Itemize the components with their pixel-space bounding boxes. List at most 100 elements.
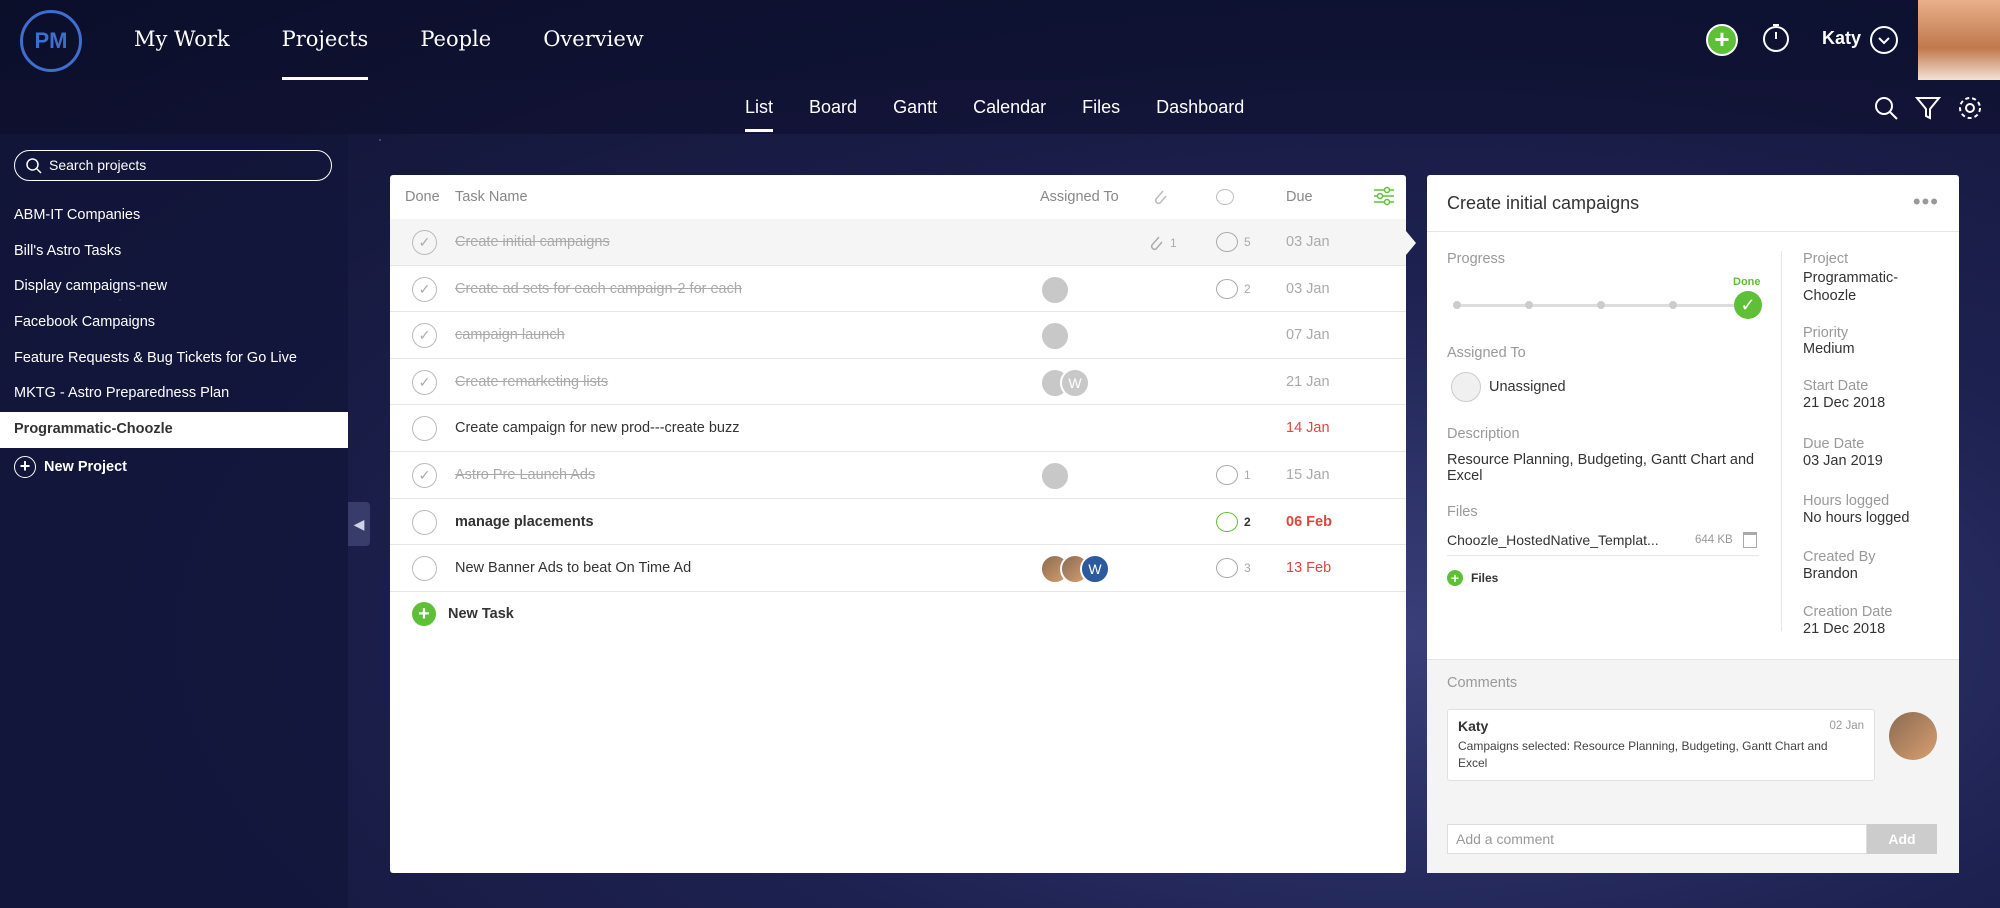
table-row[interactable]: ✓ campaign launch 07 Jan — [390, 312, 1406, 359]
column-settings-icon[interactable] — [1372, 185, 1396, 207]
nav-my-work[interactable]: My Work — [134, 0, 230, 80]
done-checkbox[interactable]: ✓ — [412, 230, 437, 255]
comment-count[interactable]: 2 — [1216, 278, 1251, 299]
search-input[interactable] — [49, 154, 319, 176]
tab-board[interactable]: Board — [809, 80, 857, 134]
due-date[interactable]: 21 Jan — [1286, 374, 1330, 390]
meta-value[interactable]: 21 Dec 2018 — [1803, 395, 1885, 411]
meta-value[interactable]: Medium — [1803, 341, 1855, 357]
assignees[interactable]: W — [1040, 554, 1110, 585]
task-name[interactable]: Astro Pre Launch Ads — [455, 467, 595, 483]
assignees[interactable] — [1040, 460, 1070, 491]
done-checkbox[interactable] — [412, 556, 437, 582]
due-date[interactable]: 03 Jan — [1286, 281, 1330, 297]
comment-input[interactable] — [1447, 824, 1867, 854]
done-checkbox[interactable]: ✓ — [412, 369, 437, 395]
comment-count[interactable]: 2 — [1216, 511, 1251, 532]
done-checkbox[interactable]: ✓ — [412, 323, 437, 349]
new-project-button[interactable]: + New Project — [14, 456, 127, 478]
table-row[interactable]: manage placements 2 06 Feb — [390, 499, 1406, 546]
detail-title[interactable]: Create initial campaigns — [1447, 193, 1639, 214]
task-name[interactable]: manage placements — [455, 514, 594, 530]
progress-slider[interactable] — [1453, 301, 1755, 309]
table-row[interactable]: Create campaign for new prod---create bu… — [390, 405, 1406, 452]
project-item[interactable]: ABM-IT Companies — [0, 198, 348, 234]
meta-value[interactable]: No hours logged — [1803, 510, 1909, 526]
done-check-icon[interactable]: ✓ — [1734, 291, 1762, 319]
user-name[interactable]: Katy — [1822, 28, 1861, 49]
progress-step[interactable] — [1525, 301, 1533, 309]
due-date[interactable]: 14 Jan — [1286, 420, 1330, 436]
task-name[interactable]: New Banner Ads to beat On Time Ad — [455, 560, 691, 576]
assigned-to-value[interactable]: Unassigned — [1489, 379, 1566, 395]
task-name[interactable]: Create remarketing lists — [455, 374, 608, 390]
project-item[interactable]: Facebook Campaigns — [0, 305, 348, 341]
task-name[interactable]: Create initial campaigns — [455, 234, 610, 250]
avatar[interactable] — [1451, 372, 1481, 402]
attachment-count[interactable]: 1 — [1148, 233, 1177, 253]
progress-step[interactable] — [1597, 301, 1605, 309]
tab-calendar[interactable]: Calendar — [973, 80, 1046, 134]
add-file-button[interactable]: + Files — [1447, 570, 1498, 586]
due-date[interactable]: 06 Feb — [1286, 514, 1332, 530]
collapse-sidebar-icon[interactable]: ◀ — [348, 502, 370, 546]
assignees[interactable] — [1040, 321, 1070, 352]
file-item[interactable]: Choozle_HostedNative_Templat... 644 KB — [1447, 532, 1759, 556]
meta-value[interactable]: Programmatic-Choozle — [1803, 269, 1943, 305]
add-icon[interactable]: + — [1706, 24, 1738, 56]
due-date[interactable]: 13 Feb — [1286, 560, 1331, 576]
table-row[interactable]: ✓ Create ad sets for each campaign-2 for… — [390, 266, 1406, 313]
due-date[interactable]: 07 Jan — [1286, 327, 1330, 343]
project-item[interactable]: Feature Requests & Bug Tickets for Go Li… — [0, 341, 348, 377]
comment-count[interactable]: 1 — [1216, 464, 1251, 485]
gear-icon[interactable] — [1956, 94, 1984, 122]
header-due[interactable]: Due — [1286, 189, 1313, 205]
assignees[interactable] — [1040, 274, 1070, 305]
add-comment-button[interactable]: Add — [1867, 824, 1937, 854]
progress-step[interactable] — [1453, 301, 1461, 309]
comment-count[interactable]: 5 — [1216, 232, 1251, 252]
tab-list[interactable]: List — [745, 80, 774, 134]
done-checkbox[interactable] — [412, 509, 437, 535]
due-date[interactable]: 15 Jan — [1286, 467, 1330, 483]
meta-value[interactable]: 21 Dec 2018 — [1803, 621, 1885, 637]
description-value[interactable]: Resource Planning, Budgeting, Gantt Char… — [1447, 452, 1767, 484]
table-row[interactable]: ✓ Create remarketing lists W 21 Jan — [390, 359, 1406, 406]
table-row[interactable]: ✓ Create initial campaigns 1 5 03 Jan — [390, 219, 1416, 266]
done-checkbox[interactable] — [412, 416, 437, 442]
more-options-icon[interactable]: ••• — [1913, 189, 1939, 215]
project-item[interactable]: Bill's Astro Tasks — [0, 234, 348, 270]
header-done[interactable]: Done — [405, 189, 440, 205]
tab-dashboard[interactable]: Dashboard — [1156, 80, 1244, 134]
filter-icon[interactable] — [1914, 94, 1942, 122]
done-checkbox[interactable]: ✓ — [412, 462, 437, 488]
search-icon[interactable] — [1872, 94, 1900, 122]
meta-value[interactable]: 03 Jan 2019 — [1803, 453, 1883, 469]
nav-overview[interactable]: Overview — [543, 0, 644, 80]
header-task-name[interactable]: Task Name — [455, 189, 528, 205]
tab-gantt[interactable]: Gantt — [893, 80, 937, 134]
task-name[interactable]: campaign launch — [455, 327, 565, 343]
task-name[interactable]: Create campaign for new prod---create bu… — [455, 420, 740, 436]
comment-count[interactable]: 3 — [1216, 558, 1251, 579]
assignees[interactable]: W — [1040, 367, 1090, 398]
timer-icon[interactable] — [1760, 22, 1792, 54]
done-checkbox[interactable]: ✓ — [412, 276, 437, 302]
header-assigned-to[interactable]: Assigned To — [1040, 189, 1119, 205]
file-name[interactable]: Choozle_HostedNative_Templat... — [1447, 532, 1659, 548]
nav-people[interactable]: People — [420, 0, 491, 80]
user-avatar[interactable] — [1918, 0, 2000, 80]
due-date[interactable]: 03 Jan — [1286, 234, 1330, 250]
chevron-down-icon[interactable] — [1870, 26, 1898, 54]
nav-projects[interactable]: Projects — [281, 0, 368, 80]
meta-value[interactable]: Brandon — [1803, 566, 1858, 582]
project-item[interactable]: Display campaigns-new — [0, 269, 348, 305]
table-row[interactable]: ✓ Astro Pre Launch Ads 1 15 Jan — [390, 452, 1406, 499]
new-task-button[interactable]: + New Task — [412, 602, 514, 626]
project-item[interactable]: MKTG - Astro Preparedness Plan — [0, 376, 348, 412]
progress-step[interactable] — [1669, 301, 1677, 309]
task-name[interactable]: Create ad sets for each campaign-2 for e… — [455, 281, 742, 297]
table-row[interactable]: New Banner Ads to beat On Time Ad W 3 13… — [390, 545, 1406, 592]
tab-files[interactable]: Files — [1082, 80, 1120, 134]
trash-icon[interactable] — [1743, 532, 1757, 548]
